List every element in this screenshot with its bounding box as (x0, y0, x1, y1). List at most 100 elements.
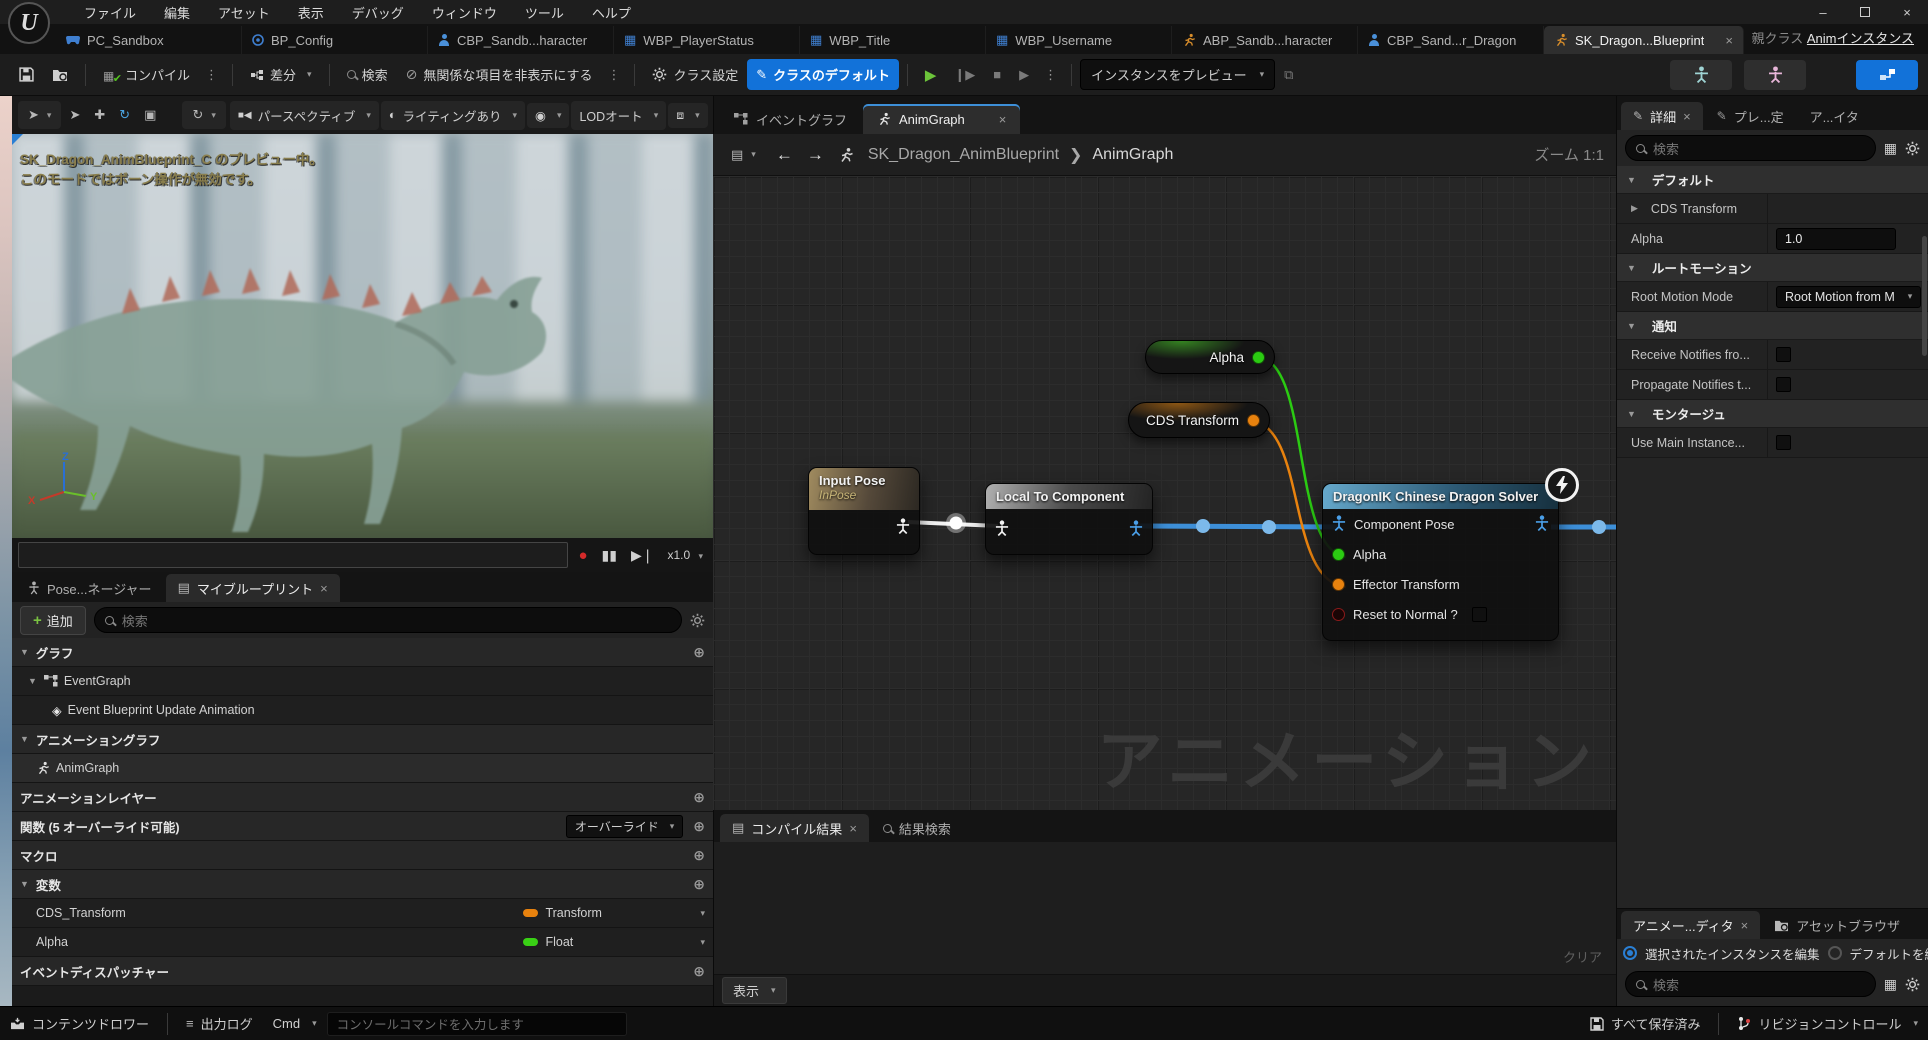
compile-options-icon[interactable]: ⋮ (199, 67, 224, 83)
expander-icon[interactable]: ▼ (1627, 409, 1636, 419)
tab-pose-watch-manager[interactable]: Pose...ネージャー (16, 574, 164, 602)
minimize-button[interactable]: – (1802, 0, 1844, 24)
tab-abp-sandbox-character[interactable]: ABP_Sandb...haracter (1172, 26, 1358, 54)
save-status-button[interactable]: すべて保存済み (1590, 1014, 1701, 1033)
tab-close-icon[interactable]: × (1725, 33, 1733, 48)
find-button[interactable]: 検索 (338, 59, 397, 90)
tab-wbp-username[interactable]: ▦ WBP_Username (986, 26, 1172, 54)
close-button[interactable]: × (1886, 0, 1928, 24)
expander-icon[interactable]: ▼ (28, 676, 37, 686)
maximize-button[interactable] (1844, 0, 1886, 24)
add-macro-icon[interactable]: ⊕ (693, 847, 705, 864)
propagate-notifies-checkbox[interactable] (1776, 377, 1791, 392)
pose-output-pin[interactable] (896, 518, 910, 537)
bookmarks-dropdown[interactable]: ▤▾ (725, 143, 762, 167)
section-default[interactable]: ▼ デフォルト (1617, 166, 1928, 194)
breadcrumb-root[interactable]: SK_Dragon_AnimBlueprint (868, 146, 1059, 164)
functions-section-header[interactable]: 関数 (5 オーバーライド可能) オーバーライド ▾ ⊕ (12, 812, 713, 841)
pose-output-pin[interactable] (1535, 515, 1549, 534)
section-notifications[interactable]: ▼ 通知 (1617, 312, 1928, 340)
forward-arrow-icon[interactable]: → (807, 145, 824, 165)
variables-section-header[interactable]: ▼ 変数 ⊕ (12, 870, 713, 899)
blueprint-mode-button[interactable] (1856, 60, 1918, 90)
rotate-tool-icon[interactable]: ↻ (113, 103, 136, 127)
settings-gear-icon[interactable] (1905, 977, 1920, 992)
tab-wbp-playerstatus[interactable]: ▦ WBP_PlayerStatus (614, 26, 800, 54)
alpha-output-pin[interactable] (1252, 351, 1265, 364)
graphs-section-header[interactable]: ▼ グラフ ⊕ (12, 638, 713, 667)
tab-animgraph[interactable]: AnimGraph × (863, 104, 1020, 134)
add-button[interactable]: + 追加 (20, 606, 86, 635)
node-local-to-component[interactable]: Local To Component (985, 483, 1153, 555)
snap-rotate-dropdown[interactable]: ↻▾ (186, 103, 221, 127)
receive-notifies-checkbox[interactable] (1776, 347, 1791, 362)
preview-instance-dropdown[interactable]: インスタンスをプレビュー ▾ (1080, 59, 1275, 90)
select-tool-icon[interactable]: ➤ (63, 103, 86, 127)
details-scrollbar[interactable] (1922, 236, 1927, 356)
alpha-value-input[interactable]: 1.0 (1776, 228, 1896, 250)
animation-layers-section-header[interactable]: アニメーションレイヤー ⊕ (12, 783, 713, 812)
node-alpha-variable[interactable]: Alpha (1145, 340, 1275, 374)
reset-input-pin[interactable] (1332, 608, 1345, 621)
play-options-icon[interactable]: ⋮ (1038, 67, 1063, 83)
viewport-3d-canvas[interactable]: SK_Dragon_AnimBlueprint_C のプレビュー中。 このモード… (12, 134, 713, 538)
pause-icon[interactable]: ▮▮ (598, 547, 621, 564)
pose-input-pin[interactable] (995, 520, 1009, 539)
add-function-icon[interactable]: ⊕ (693, 818, 705, 835)
play-button[interactable]: ▶ (916, 60, 946, 90)
add-graph-icon[interactable]: ⊕ (693, 644, 705, 661)
property-matrix-icon[interactable]: ▦ (1884, 976, 1897, 993)
tab-find-results[interactable]: 結果検索 (871, 814, 963, 842)
my-blueprint-search-input[interactable]: 検索 (94, 607, 682, 633)
node-cds-transform-variable[interactable]: CDS Transform (1128, 402, 1270, 438)
browse-preview-icon[interactable]: ⧉ (1275, 61, 1302, 89)
compile-button[interactable]: ▦ ✔ コンパイル (94, 59, 199, 90)
tab-pc-sandbox[interactable]: PC_Sandbox (56, 26, 242, 54)
menu-view[interactable]: 表示 (286, 1, 336, 24)
edit-defaults-radio[interactable] (1828, 946, 1842, 960)
edit-selected-instance-radio[interactable] (1623, 946, 1637, 960)
root-motion-mode-dropdown[interactable]: Root Motion from M ▾ (1776, 286, 1921, 308)
physics-mode-button[interactable] (1744, 60, 1806, 90)
clear-button[interactable]: クリア (1563, 947, 1602, 966)
cmd-dropdown[interactable]: Cmd ▾ (273, 1016, 317, 1031)
menu-edit[interactable]: 編集 (152, 1, 202, 24)
advance-button[interactable]: ▶ (1010, 61, 1038, 89)
chevron-down-icon[interactable]: ▾ (700, 908, 705, 919)
menu-file[interactable]: ファイル (72, 1, 148, 24)
node-dragonik-solver[interactable]: DragonIK Chinese Dragon Solver Component… (1322, 483, 1559, 641)
menu-window[interactable]: ウィンドウ (420, 1, 509, 24)
revision-control-button[interactable]: リビジョンコントロール ▾ (1737, 1014, 1918, 1033)
browse-asset-button[interactable] (43, 62, 77, 88)
eventgraph-item[interactable]: ▼ EventGraph (12, 667, 713, 696)
section-montage[interactable]: ▼ モンタージュ (1617, 400, 1928, 428)
node-input-pose[interactable]: Input Pose InPose (808, 467, 920, 555)
compile-results-log[interactable]: クリア (714, 842, 1616, 974)
tab-asset-browser[interactable]: アセットブラウザ (1762, 911, 1912, 939)
save-button[interactable] (10, 61, 43, 88)
move-tool-icon[interactable]: ✚ (88, 103, 111, 127)
playback-speed-dropdown[interactable]: x1.0 ▾ (663, 548, 707, 562)
expander-icon[interactable]: ▶ (1631, 203, 1638, 214)
variable-row-cds-transform[interactable]: CDS_Transform Transform ▾ (12, 899, 713, 928)
menu-help[interactable]: ヘルプ (580, 1, 643, 24)
lit-mode-dropdown[interactable]: ◐ ライティングあり ▾ (381, 101, 525, 130)
tab-wbp-title[interactable]: ▦ WBP_Title (800, 26, 986, 54)
tab-cbp-sandbox-character[interactable]: CBP_Sandb...haracter (428, 26, 614, 54)
transform-mode-dropdown[interactable]: ➤▾ (22, 103, 57, 127)
tab-anim-preview-editor[interactable]: アニメー...ディタ × (1621, 911, 1760, 939)
expander-icon[interactable]: ▼ (1627, 321, 1636, 331)
tab-bp-config[interactable]: BP_Config (242, 26, 428, 54)
screenshot-dropdown[interactable]: ⧈ ▾ (668, 103, 707, 128)
filter-gear-icon[interactable] (690, 613, 705, 628)
expander-icon[interactable]: ▼ (20, 734, 29, 744)
scale-tool-icon[interactable]: ▣ (138, 103, 162, 127)
tab-compile-results[interactable]: ▤ コンパイル結果 × (720, 814, 869, 842)
stop-button[interactable]: ■ (984, 61, 1010, 88)
reset-checkbox[interactable] (1472, 607, 1487, 622)
skeleton-mode-button[interactable] (1670, 60, 1732, 90)
expander-icon[interactable]: ▼ (1627, 263, 1636, 273)
tab-close-icon[interactable]: × (849, 821, 857, 836)
component-pose-input-pin[interactable] (1332, 515, 1346, 534)
variable-row-alpha[interactable]: Alpha Float ▾ (12, 928, 713, 957)
